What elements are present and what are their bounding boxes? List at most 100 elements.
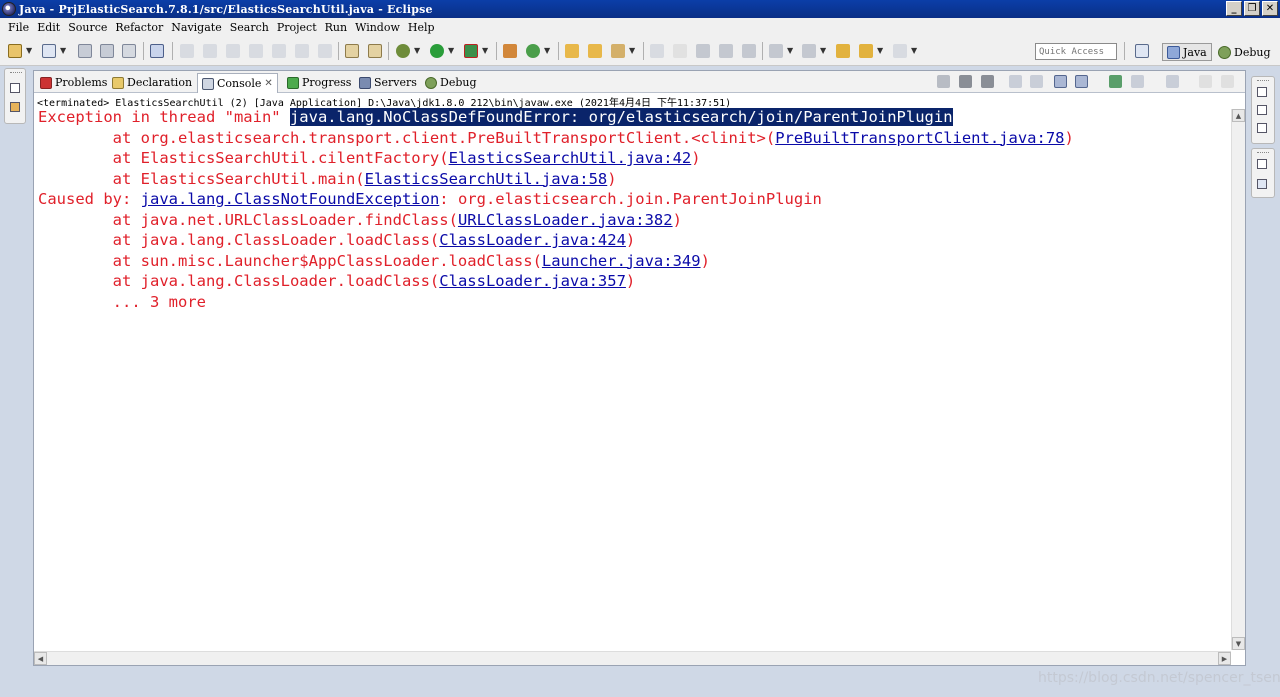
suspend-icon[interactable] xyxy=(203,44,217,58)
chevron-down-icon[interactable]: ▼ xyxy=(820,46,826,55)
close-button[interactable]: ✕ xyxy=(1262,1,1278,16)
minimize-button[interactable]: _ xyxy=(1226,1,1242,16)
stack-trace-link[interactable]: Launcher.java:349 xyxy=(542,252,701,270)
stack-trace-link[interactable]: ClassLoader.java:424 xyxy=(439,231,626,249)
show-on-output-icon[interactable] xyxy=(1054,75,1067,88)
stack-trace-link[interactable]: ClassLoader.java:357 xyxy=(439,272,626,290)
next-annotation-icon[interactable] xyxy=(769,44,783,58)
tab-debug[interactable]: Debug xyxy=(421,73,481,92)
back-icon[interactable] xyxy=(859,44,873,58)
chevron-down-icon[interactable]: ▼ xyxy=(544,46,550,55)
quick-access-input[interactable] xyxy=(1035,43,1117,60)
open-task-icon[interactable] xyxy=(588,44,602,58)
restore-icon[interactable] xyxy=(1257,87,1267,97)
forward-icon[interactable] xyxy=(893,44,907,58)
perspective-java[interactable]: Java xyxy=(1162,43,1212,61)
remove-all-terminated-icon[interactable] xyxy=(981,75,994,88)
breadcrumb-icon[interactable] xyxy=(719,44,733,58)
new-package-icon[interactable] xyxy=(503,44,517,58)
disconnect-icon[interactable] xyxy=(249,44,263,58)
menu-run[interactable]: Run xyxy=(321,21,351,34)
menu-project[interactable]: Project xyxy=(273,21,321,34)
menu-help[interactable]: Help xyxy=(404,21,439,34)
menu-window[interactable]: Window xyxy=(351,21,404,34)
tab-console[interactable]: Console ✕ xyxy=(197,73,278,93)
terminate-icon[interactable] xyxy=(226,44,240,58)
run-icon[interactable] xyxy=(430,44,444,58)
use-step-filters-icon[interactable] xyxy=(368,44,382,58)
package-explorer-icon[interactable] xyxy=(10,102,20,112)
scroll-left-icon[interactable]: ◀ xyxy=(34,652,47,665)
menu-search[interactable]: Search xyxy=(226,21,273,34)
chevron-down-icon[interactable]: ▼ xyxy=(60,46,66,55)
selected-text[interactable]: java.lang.NoClassDefFoundError: org/elas… xyxy=(290,108,953,126)
print-icon[interactable] xyxy=(122,44,136,58)
open-folder-icon[interactable] xyxy=(565,44,579,58)
previous-annotation-icon[interactable] xyxy=(802,44,816,58)
vertical-scrollbar[interactable]: ▲ ▼ xyxy=(1231,109,1245,650)
pilcrow-icon[interactable] xyxy=(742,44,756,58)
scroll-down-icon[interactable]: ▼ xyxy=(1232,637,1245,650)
exception-link[interactable]: java.lang.ClassNotFoundException xyxy=(141,190,440,208)
stack-trace-link[interactable]: ElasticsSearchUtil.java:58 xyxy=(365,170,608,188)
grip-handle[interactable] xyxy=(1257,80,1269,82)
menu-source[interactable]: Source xyxy=(64,21,111,34)
step-into-icon[interactable] xyxy=(272,44,286,58)
word-wrap-icon[interactable] xyxy=(1030,75,1043,88)
save-all-icon[interactable] xyxy=(100,44,114,58)
tab-declaration[interactable]: Declaration xyxy=(108,73,196,92)
search-icon[interactable] xyxy=(611,44,625,58)
open-type-icon[interactable] xyxy=(42,44,56,58)
pin-console-icon[interactable] xyxy=(1109,75,1122,88)
perspective-debug[interactable]: Debug xyxy=(1218,43,1271,61)
restore-icon[interactable] xyxy=(1257,159,1267,169)
grip-handle[interactable] xyxy=(10,72,22,74)
last-edit-icon[interactable] xyxy=(836,44,850,58)
skip-breakpoints-icon[interactable] xyxy=(150,44,164,58)
show-on-error-icon[interactable] xyxy=(1075,75,1088,88)
open-console-icon[interactable] xyxy=(1166,75,1179,88)
resume-icon[interactable] xyxy=(180,44,194,58)
debug-run-icon[interactable] xyxy=(396,44,410,58)
horizontal-scrollbar[interactable]: ◀ ▶ xyxy=(34,651,1231,665)
stack-trace-link[interactable]: ElasticsSearchUtil.java:42 xyxy=(449,149,692,167)
chevron-down-icon[interactable]: ▼ xyxy=(448,46,454,55)
tab-problems[interactable]: Problems xyxy=(36,73,111,92)
external-tools-icon[interactable] xyxy=(464,44,478,58)
tab-progress[interactable]: Progress xyxy=(283,73,355,92)
chevron-down-icon[interactable]: ▼ xyxy=(787,46,793,55)
toggle-mark-icon[interactable] xyxy=(650,44,664,58)
grip-handle[interactable] xyxy=(1257,152,1269,154)
save-icon[interactable] xyxy=(78,44,92,58)
chevron-down-icon[interactable]: ▼ xyxy=(482,46,488,55)
minimize-view-icon[interactable] xyxy=(1199,75,1212,88)
scroll-up-icon[interactable]: ▲ xyxy=(1232,109,1245,122)
restore-button[interactable]: ❐ xyxy=(1244,1,1260,16)
display-console-icon[interactable] xyxy=(1131,75,1144,88)
remove-launch-icon[interactable] xyxy=(959,75,972,88)
terminate-icon[interactable] xyxy=(937,75,950,88)
open-perspective-icon[interactable] xyxy=(1135,44,1149,58)
menu-navigate[interactable]: Navigate xyxy=(167,21,225,34)
menu-edit[interactable]: Edit xyxy=(33,21,64,34)
debug-tools-icon[interactable] xyxy=(345,44,359,58)
new-icon[interactable] xyxy=(8,44,22,58)
tab-servers[interactable]: Servers xyxy=(355,73,421,92)
step-return-icon[interactable] xyxy=(318,44,332,58)
stack-trace-link[interactable]: URLClassLoader.java:382 xyxy=(458,211,673,229)
task-list-icon[interactable] xyxy=(1257,123,1267,133)
chevron-down-icon[interactable]: ▼ xyxy=(414,46,420,55)
maximize-view-icon[interactable] xyxy=(1221,75,1234,88)
step-over-icon[interactable] xyxy=(295,44,309,58)
view-icon[interactable] xyxy=(1257,179,1267,189)
close-icon[interactable]: ✕ xyxy=(264,78,272,89)
menu-refactor[interactable]: Refactor xyxy=(111,21,167,34)
scroll-right-icon[interactable]: ▶ xyxy=(1218,652,1231,665)
chevron-down-icon[interactable]: ▼ xyxy=(877,46,883,55)
chevron-down-icon[interactable]: ▼ xyxy=(629,46,635,55)
stack-trace-link[interactable]: PreBuiltTransportClient.java:78 xyxy=(775,129,1064,147)
outline-icon[interactable] xyxy=(1257,105,1267,115)
toggle-block-icon[interactable] xyxy=(673,44,687,58)
restore-icon[interactable] xyxy=(10,83,20,93)
console-output[interactable]: Exception in thread "main" java.lang.NoC… xyxy=(38,108,1228,648)
